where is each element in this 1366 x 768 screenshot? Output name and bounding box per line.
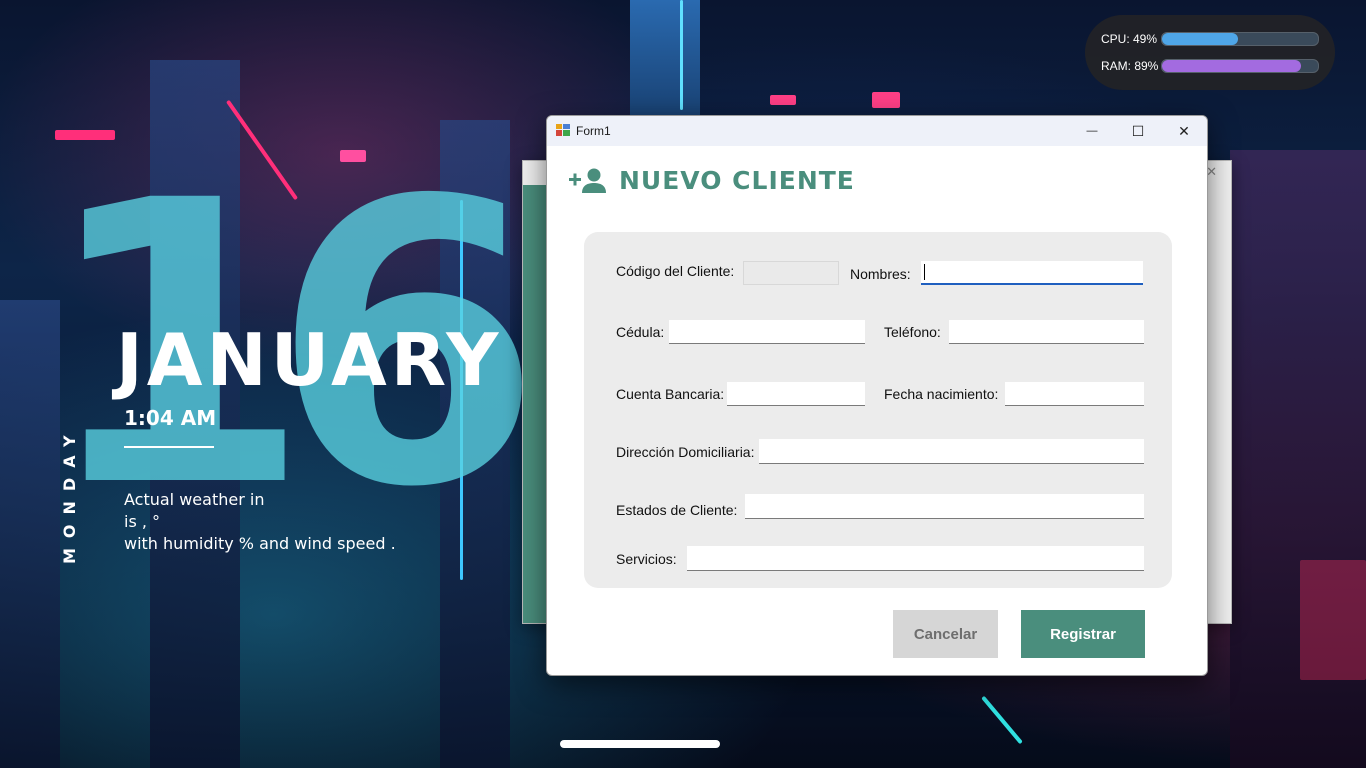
clock-time: 1:04 AM: [124, 406, 217, 430]
nombres-field[interactable]: [921, 261, 1143, 285]
cuenta-bancaria-field[interactable]: [727, 382, 865, 406]
close-button[interactable]: ✕: [1161, 116, 1207, 146]
weather-line-3: with humidity % and wind speed .: [124, 534, 396, 553]
title-bar[interactable]: Form1 — ☐ ✕: [547, 116, 1207, 146]
codigo-field: [743, 261, 839, 285]
window-title: Form1: [576, 124, 611, 138]
clock-divider: [124, 446, 214, 448]
estados-field[interactable]: [745, 494, 1144, 519]
fecha-nacimiento-label: Fecha nacimiento:: [884, 386, 999, 402]
estados-label: Estados de Cliente:: [616, 502, 738, 518]
winforms-app-icon: [556, 124, 570, 136]
direccion-field[interactable]: [759, 439, 1144, 464]
close-icon: ✕: [1178, 122, 1190, 139]
weather-text: Actual weather in is , ° with humidity %…: [124, 489, 396, 555]
performance-widget: CPU: 49% RAM: 89%: [1085, 15, 1335, 90]
cpu-label: CPU: 49%: [1101, 32, 1158, 46]
text-caret: [924, 264, 925, 280]
servicios-label: Servicios:: [616, 551, 677, 567]
weather-line-2: is , °: [124, 512, 161, 531]
direccion-label: Dirección Domiciliaria:: [616, 444, 755, 460]
minimize-button[interactable]: —: [1069, 116, 1115, 146]
weekday-label: MONDAY: [60, 425, 79, 565]
background-window-sidebar: [523, 185, 547, 623]
weather-line-1: Actual weather in: [124, 490, 265, 509]
telefono-field[interactable]: [949, 320, 1144, 344]
minimize-icon: —: [1086, 125, 1098, 137]
form1-window: Form1 — ☐ ✕ NUEVO CLIENTE Código del Cli…: [546, 115, 1208, 676]
form-header: NUEVO CLIENTE: [569, 166, 855, 195]
client-form-panel: Código del Cliente: Nombres: Cédula: Tel…: [584, 232, 1172, 588]
ram-bar-fill: [1162, 60, 1301, 72]
fecha-nacimiento-field[interactable]: [1005, 382, 1144, 406]
cedula-field[interactable]: [669, 320, 865, 344]
month-label: JANUARY: [116, 318, 503, 402]
form-title: NUEVO CLIENTE: [619, 166, 855, 195]
add-user-icon: [569, 168, 606, 193]
telefono-label: Teléfono:: [884, 324, 941, 340]
cpu-bar: [1161, 32, 1319, 46]
register-button[interactable]: Registrar: [1021, 610, 1145, 658]
nombres-field-wrapper: [921, 261, 1143, 285]
nombres-label: Nombres:: [850, 266, 911, 282]
servicios-field[interactable]: [687, 546, 1144, 571]
cancel-button[interactable]: Cancelar: [893, 610, 998, 658]
maximize-button[interactable]: ☐: [1115, 116, 1161, 146]
codigo-label: Código del Cliente:: [616, 263, 735, 279]
ram-label: RAM: 89%: [1101, 59, 1159, 73]
cedula-label: Cédula:: [616, 324, 665, 340]
cuenta-bancaria-label: Cuenta Bancaria:: [616, 386, 725, 402]
cpu-bar-fill: [1162, 33, 1239, 45]
maximize-icon: ☐: [1131, 122, 1145, 139]
ram-bar: [1161, 59, 1319, 73]
